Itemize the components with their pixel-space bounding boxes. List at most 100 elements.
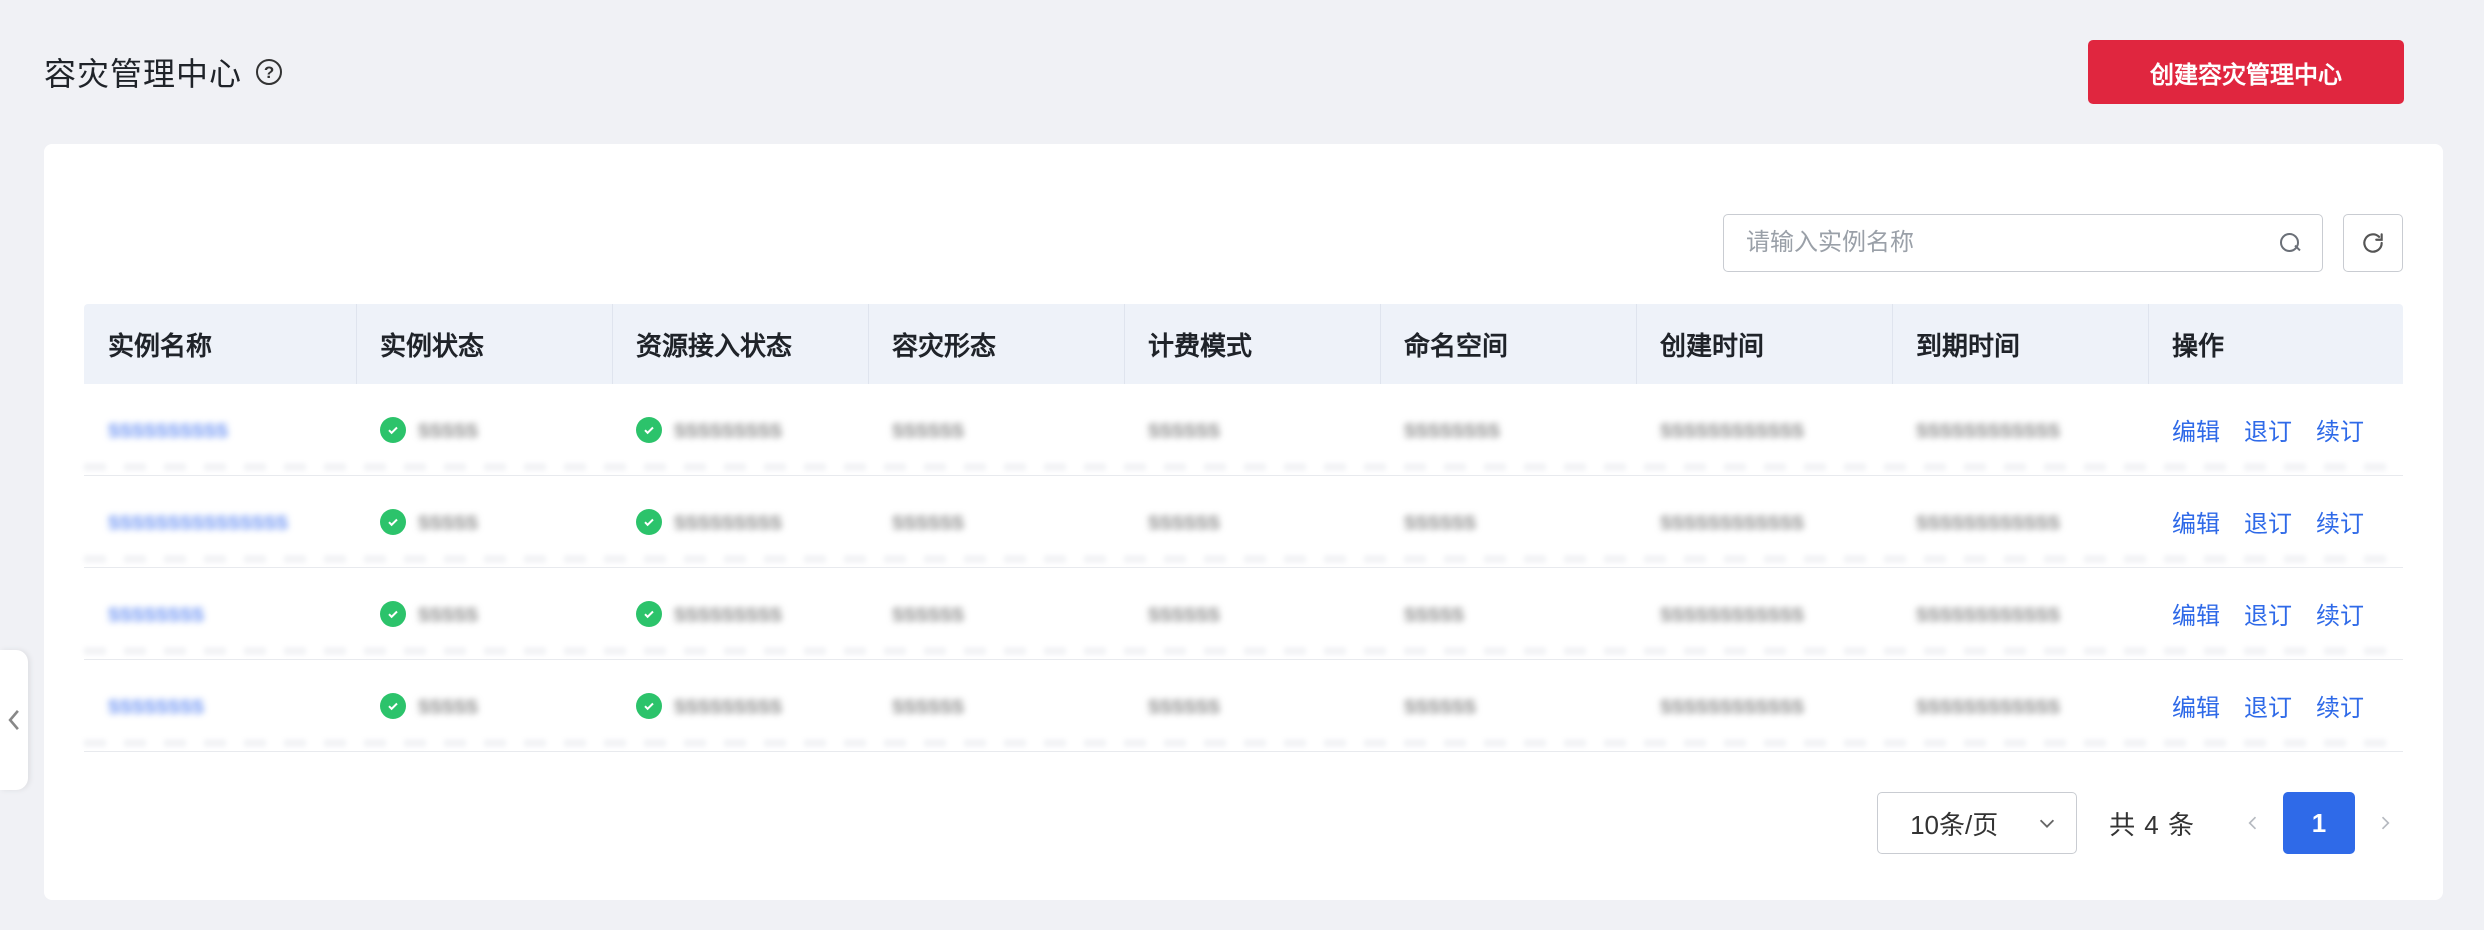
refresh-button[interactable] [2343,214,2403,272]
unsubscribe-link[interactable]: 退订 [2244,596,2292,631]
renew-link[interactable]: 续订 [2316,504,2364,539]
namespace: ssssss [1404,507,1476,535]
table-row: ssssssss sssss sssssssss ssssss ssssss s… [84,568,2403,660]
instance-name-link[interactable]: ssssssss [108,600,204,628]
search-icon[interactable] [2278,231,2302,255]
content-card: 实例名称 实例状态 资源接入状态 容灾形态 计费模式 命名空间 创建时间 到期时… [44,144,2443,900]
pagination: 10条/页 共 4 条 1 [1877,792,2403,854]
page-size-label: 10条/页 [1910,809,1999,840]
instance-status: sssss [380,416,478,444]
column-header: 容灾形态 [868,304,1124,384]
instance-name-link[interactable]: ssssssss [108,692,204,720]
access-text: sssssssss [674,691,782,719]
created-time: ssssssssssss [1660,507,1804,535]
dr-form: ssssss [892,415,964,443]
row-actions: 编辑 退订 续订 [2172,412,2364,447]
access-status: sssssssss [636,692,782,720]
table-row: ssssssss sssss sssssssss ssssss ssssss s… [84,660,2403,752]
total-count: 共 4 条 [2109,809,2195,840]
column-header: 创建时间 [1636,304,1892,384]
access-text: sssssssss [674,507,782,535]
sidebar-collapse-handle[interactable] [0,650,28,790]
search-input[interactable] [1744,228,2264,258]
billing-mode: ssssss [1148,599,1220,627]
refresh-icon [2363,233,2383,253]
status-text: sssss [418,415,478,443]
table-header: 实例名称 实例状态 资源接入状态 容灾形态 计费模式 命名空间 创建时间 到期时… [84,304,2403,384]
edit-link[interactable]: 编辑 [2172,596,2220,631]
column-header: 资源接入状态 [612,304,868,384]
access-text: sssssssss [674,415,782,443]
search-box [1723,214,2323,272]
edit-link[interactable]: 编辑 [2172,504,2220,539]
instance-status: sssss [380,692,478,720]
page-header: 容灾管理中心 ? 创建容灾管理中心 [44,40,2444,104]
instance-status: sssss [380,600,478,628]
row-ghost [84,463,2403,471]
access-status: sssssssss [636,600,782,628]
check-circle-icon [380,692,406,719]
check-circle-icon [636,416,662,443]
row-ghost [84,647,2403,655]
page-size-select[interactable]: 10条/页 [1877,792,2078,854]
expire-time: ssssssssssss [1916,507,2060,535]
create-dr-center-button[interactable]: 创建容灾管理中心 [2088,40,2404,104]
column-header: 操作 [2148,304,2403,384]
next-page-button[interactable] [2367,792,2403,854]
instance-name-link[interactable]: ssssssssss [108,416,228,444]
chevron-left-icon [2248,816,2257,830]
expire-time: ssssssssssss [1916,599,2060,627]
column-header: 计费模式 [1124,304,1380,384]
access-text: sssssssss [674,599,782,627]
billing-mode: ssssss [1148,691,1220,719]
check-circle-icon [380,600,406,627]
column-header: 命名空间 [1380,304,1636,384]
row-actions: 编辑 退订 续订 [2172,596,2364,631]
status-text: sssss [418,507,478,535]
created-time: ssssssssssss [1660,599,1804,627]
expire-time: ssssssssssss [1916,415,2060,443]
unsubscribe-link[interactable]: 退订 [2244,412,2292,447]
instance-table: 实例名称 实例状态 资源接入状态 容灾形态 计费模式 命名空间 创建时间 到期时… [84,304,2403,752]
created-time: ssssssssssss [1660,691,1804,719]
column-header: 实例名称 [108,330,213,361]
check-circle-icon [636,508,662,535]
chevron-down-icon [2040,819,2055,828]
table-row: ssssssssss sssss sssssssss ssssss ssssss… [84,384,2403,476]
namespace: ssssss [1404,691,1476,719]
check-circle-icon [636,600,662,627]
expire-time: ssssssssssss [1916,691,2060,719]
status-text: sssss [418,691,478,719]
dr-form: ssssss [892,507,964,535]
namespace: ssssssss [1404,415,1500,443]
check-circle-icon [380,416,406,443]
access-status: sssssssss [636,416,782,444]
column-header: 实例状态 [356,304,612,384]
status-text: sssss [418,599,478,627]
table-row: sssssssssssssss sssss sssssssss ssssss s… [84,476,2403,568]
row-actions: 编辑 退订 续订 [2172,504,2364,539]
check-circle-icon [380,508,406,535]
renew-link[interactable]: 续订 [2316,596,2364,631]
edit-link[interactable]: 编辑 [2172,412,2220,447]
created-time: ssssssssssss [1660,415,1804,443]
edit-link[interactable]: 编辑 [2172,688,2220,723]
unsubscribe-link[interactable]: 退订 [2244,688,2292,723]
page-number-1[interactable]: 1 [2283,792,2355,854]
chevron-left-icon [8,710,19,730]
help-icon[interactable]: ? [256,59,283,85]
row-ghost [84,555,2403,563]
prev-page-button[interactable] [2235,792,2271,854]
column-header: 到期时间 [1892,304,2148,384]
access-status: sssssssss [636,508,782,536]
unsubscribe-link[interactable]: 退订 [2244,504,2292,539]
renew-link[interactable]: 续订 [2316,412,2364,447]
dr-form: ssssss [892,599,964,627]
namespace: sssss [1404,599,1464,627]
renew-link[interactable]: 续订 [2316,688,2364,723]
dr-form: ssssss [892,691,964,719]
table-toolbar [1723,214,2403,272]
row-actions: 编辑 退订 续订 [2172,688,2364,723]
instance-name-link[interactable]: sssssssssssssss [108,508,288,536]
page-title: 容灾管理中心 [44,56,243,92]
